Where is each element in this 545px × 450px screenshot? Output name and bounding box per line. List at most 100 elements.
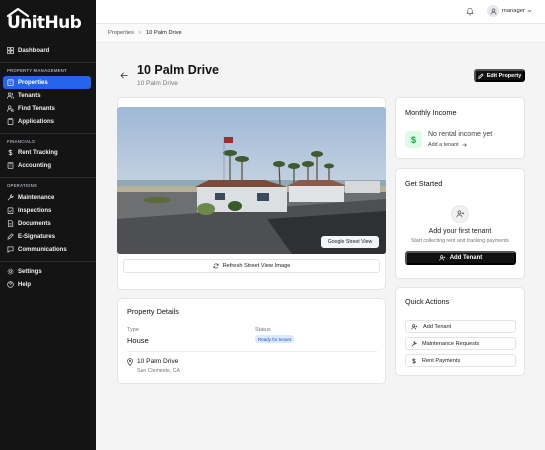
chevron-down-icon[interactable] (527, 9, 532, 13)
breadcrumb-properties-link[interactable]: Properties (108, 30, 134, 36)
sidebar-item-label: Accounting (18, 162, 51, 169)
app-logo[interactable]: UnitHub (7, 7, 82, 32)
refresh-icon (213, 263, 219, 269)
breadcrumb-current: 10 Palm Drive (146, 30, 182, 36)
logo-roof-icon (7, 7, 29, 17)
wrench-icon (7, 194, 14, 201)
sidebar-item-settings[interactable]: Settings (3, 265, 91, 278)
file-icon (7, 220, 14, 227)
sidebar-item-label: Maintenance (18, 194, 55, 201)
sidebar-item-documents[interactable]: Documents (3, 217, 91, 230)
sidebar-item-e-signatures[interactable]: E-Signatures (3, 230, 91, 243)
page-subtitle: 10 Palm Drive (137, 80, 178, 87)
calculator-icon (7, 162, 14, 169)
pen-icon (477, 73, 484, 79)
quick-action-label: Maintenance Requests (422, 340, 480, 347)
sidebar-item-rent-tracking[interactable]: Rent Tracking (3, 146, 91, 159)
sidebar-item-tenants[interactable]: Tenants (3, 89, 91, 102)
quick-action-label: Add Tenant (423, 323, 452, 330)
dollar-icon (412, 357, 416, 364)
top-bar (96, 0, 545, 24)
sidebar-item-label: Applications (18, 118, 55, 125)
sidebar-item-dashboard[interactable]: Dashboard (3, 44, 91, 57)
wrench-icon (411, 340, 417, 346)
monthly-income-heading: Monthly Income (405, 108, 457, 117)
sidebar-item-label: Rent Tracking (18, 149, 58, 156)
sidebar-item-label: Documents (18, 220, 51, 227)
arrow-right-icon (461, 143, 467, 147)
sidebar-divider (0, 177, 96, 178)
sidebar-item-accounting[interactable]: Accounting (3, 159, 91, 172)
section-financials: FINANCIALS (7, 139, 36, 144)
user-icon (490, 8, 496, 15)
add-tenant-button[interactable]: Add Tenant (405, 251, 516, 265)
user-name[interactable]: manager (502, 8, 525, 14)
gear-icon (7, 268, 14, 275)
back-arrow-icon[interactable] (120, 72, 128, 79)
sidebar-item-label: E-Signatures (18, 233, 56, 240)
help-circle-icon (7, 281, 14, 288)
sidebar-item-label: Find Tenants (18, 105, 55, 112)
page-title: 10 Palm Drive (137, 63, 219, 77)
section-operations: OPERATIONS (7, 183, 38, 188)
sidebar-item-maintenance[interactable]: Maintenance (3, 191, 91, 204)
map-pin-icon (127, 358, 133, 366)
get-started-subtitle: Start collecting rent and tracking payme… (410, 238, 510, 244)
dollar-icon: $ (405, 131, 422, 148)
property-details-heading: Property Details (127, 307, 179, 316)
sidebar-item-label: Properties (18, 79, 48, 86)
bell-icon[interactable] (466, 7, 474, 16)
sidebar-item-label: Inspections (18, 207, 52, 214)
dashboard-icon (7, 47, 14, 54)
refresh-street-view-label: Refresh Street View Image (222, 263, 291, 269)
sidebar-divider (0, 261, 96, 262)
sidebar-item-find-tenants[interactable]: Find Tenants (3, 102, 91, 115)
sidebar-item-inspections[interactable]: Inspections (3, 204, 91, 217)
address-line2: San Clemente, CA (137, 368, 180, 374)
quick-action-label: Rent Payments (422, 357, 461, 364)
message-icon (7, 246, 14, 253)
details-divider (127, 351, 377, 352)
sidebar-divider (0, 133, 96, 134)
quick-action-maintenance-requests[interactable]: Maintenance Requests (405, 337, 516, 350)
add-tenant-link-label: Add a tenant (428, 142, 459, 148)
quick-action-rent-payments[interactable]: Rent Payments (405, 354, 516, 367)
sidebar-item-label: Settings (18, 268, 42, 275)
dollar-icon (8, 149, 13, 156)
clipboard-icon (7, 118, 14, 125)
street-view-badge: Google Street View (321, 236, 379, 248)
add-tenant-link[interactable]: Add a tenant (428, 142, 467, 148)
status-label: Status (255, 327, 271, 333)
clipboard-check-icon (7, 207, 14, 214)
refresh-street-view-button[interactable]: Refresh Street View Image (123, 259, 380, 273)
sidebar-item-properties[interactable]: Properties (3, 76, 91, 89)
users-icon (7, 92, 14, 99)
type-value: House (127, 336, 149, 345)
sidebar: UnitHub Dashboard PROPERTY MANAGEMENT Pr… (0, 0, 96, 450)
avatar[interactable] (487, 5, 499, 17)
building-icon (7, 79, 14, 86)
sidebar-item-label: Help (18, 281, 32, 288)
sidebar-item-communications[interactable]: Communications (3, 243, 91, 256)
section-property-management: PROPERTY MANAGEMENT (7, 68, 67, 73)
sidebar-divider (0, 62, 96, 63)
pen-icon (7, 233, 14, 240)
quick-action-add-tenant[interactable]: Add Tenant (405, 320, 516, 333)
sidebar-item-label: Communications (18, 246, 67, 253)
user-plus-icon (455, 210, 464, 218)
sidebar-item-help[interactable]: Help (3, 278, 91, 291)
quick-actions-heading: Quick Actions (405, 297, 450, 306)
sidebar-item-applications[interactable]: Applications (3, 115, 91, 128)
get-started-title: Add your first tenant (428, 228, 492, 235)
edit-property-button[interactable]: Edit Property (474, 69, 525, 82)
add-tenant-button-label: Add Tenant (449, 255, 483, 261)
user-plus-circle (451, 205, 469, 223)
address-line1: 10 Palm Drive (137, 358, 179, 365)
street-view-image (117, 107, 386, 254)
no-income-text: No rental income yet (428, 131, 493, 138)
user-plus-icon (411, 323, 418, 330)
sidebar-item-label: Dashboard (18, 47, 50, 54)
user-search-icon (7, 105, 14, 112)
monthly-income-card (395, 97, 525, 159)
breadcrumb-separator: > (138, 30, 142, 36)
